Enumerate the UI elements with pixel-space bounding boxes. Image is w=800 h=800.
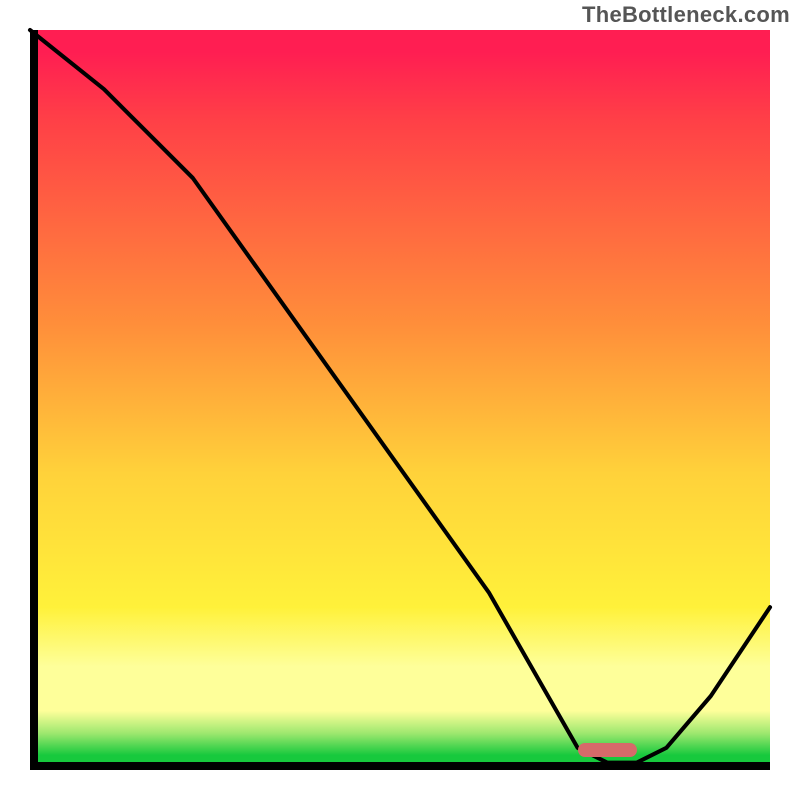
- bottleneck-curve: [30, 30, 770, 770]
- optimal-range-marker: [578, 743, 637, 757]
- chart-frame: TheBottleneck.com: [0, 0, 800, 800]
- brand-watermark: TheBottleneck.com: [582, 2, 790, 28]
- plot-area: [30, 30, 770, 770]
